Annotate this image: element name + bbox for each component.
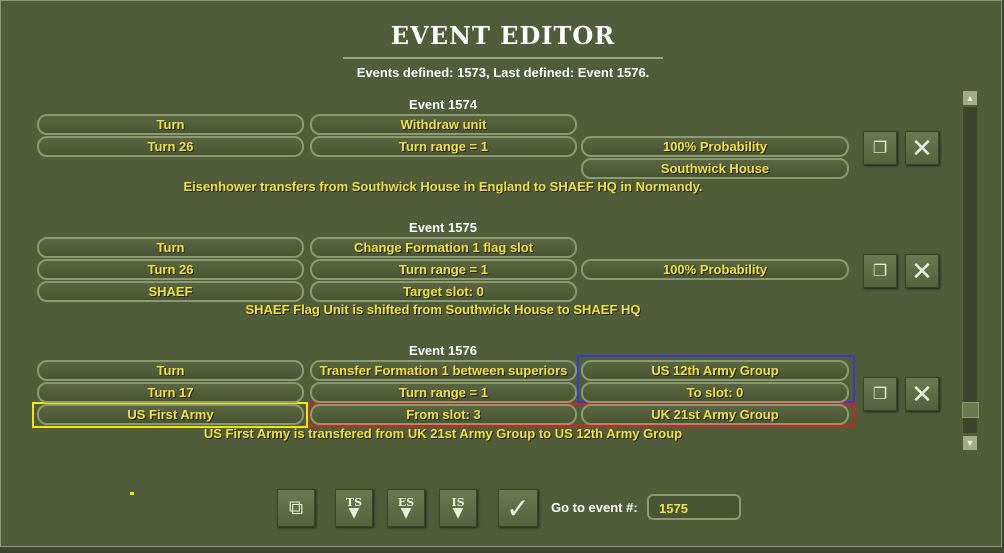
checkmark-icon: ✓ <box>506 492 530 524</box>
turn-range[interactable]: Turn range = 1 <box>310 382 577 403</box>
scroll-up-button[interactable]: ▲ <box>963 91 977 105</box>
action-type[interactable]: Transfer Formation 1 between superiors <box>310 360 577 381</box>
scrollbar-track[interactable] <box>963 107 977 433</box>
formation-select[interactable]: US First Army <box>37 404 304 425</box>
delete-event-button[interactable]: ✕ <box>905 131 939 165</box>
scrollbar-thumb[interactable] <box>962 402 979 418</box>
copy-event-button[interactable]: ❐ <box>863 131 897 165</box>
target-slot[interactable]: Target slot: 0 <box>310 281 577 302</box>
title-divider <box>343 57 663 59</box>
event-description: SHAEF Flag Unit is shifted from Southwic… <box>245 302 641 317</box>
action-type[interactable]: Withdraw unit <box>310 114 577 135</box>
es-sort-button[interactable]: ES ▼ <box>387 489 425 527</box>
trigger-type[interactable]: Turn <box>37 360 304 381</box>
close-icon: ✕ <box>911 132 933 163</box>
copy-event-button[interactable]: ❐ <box>863 377 897 411</box>
arrow-down-icon: ▼ <box>965 438 975 448</box>
close-icon: ✕ <box>911 378 933 409</box>
event-header: Event 1574 <box>409 97 477 112</box>
formation-select[interactable]: SHAEF <box>37 281 304 302</box>
probability[interactable]: 100% Probability <box>581 259 849 280</box>
event-editor-window: EVENT EDITOR Events defined: 1573, Last … <box>0 0 1002 547</box>
new-superior[interactable]: US 12th Army Group <box>581 360 849 381</box>
copy-event-button[interactable]: ❐ <box>863 254 897 288</box>
events-summary: Events defined: 1573, Last defined: Even… <box>356 65 650 80</box>
turn-value[interactable]: Turn 17 <box>37 382 304 403</box>
action-type[interactable]: Change Formation 1 flag slot <box>310 237 577 258</box>
confirm-button[interactable]: ✓ <box>498 489 538 527</box>
is-sort-button[interactable]: IS ▼ <box>439 489 477 527</box>
from-slot[interactable]: From slot: 3 <box>310 404 577 425</box>
trigger-type[interactable]: Turn <box>37 237 304 258</box>
goto-event-input[interactable]: 1575 <box>647 494 741 520</box>
copy-icon: ❐ <box>872 263 888 280</box>
arrow-down-icon: ▼ <box>400 505 412 521</box>
delete-event-button[interactable]: ✕ <box>905 254 939 288</box>
event-description: Eisenhower transfers from Southwick Hous… <box>183 179 703 194</box>
copy-icon: ❐ <box>872 386 888 403</box>
unit-select[interactable]: Southwick House <box>581 158 849 179</box>
scroll-down-button[interactable]: ▼ <box>963 436 977 450</box>
turn-value[interactable]: Turn 26 <box>37 259 304 280</box>
trigger-type[interactable]: Turn <box>37 114 304 135</box>
probability[interactable]: 100% Probability <box>581 136 849 157</box>
turn-range[interactable]: Turn range = 1 <box>310 259 577 280</box>
import-event-button[interactable]: ⧉ <box>277 489 315 527</box>
close-icon: ✕ <box>911 255 933 286</box>
arrow-down-icon: ▼ <box>452 505 464 521</box>
ts-sort-button[interactable]: TS ▼ <box>335 489 373 527</box>
old-superior[interactable]: UK 21st Army Group <box>581 404 849 425</box>
turn-value[interactable]: Turn 26 <box>37 136 304 157</box>
goto-event-label: Go to event #: <box>551 500 638 515</box>
to-slot[interactable]: To slot: 0 <box>581 382 849 403</box>
page-title: EVENT EDITOR <box>390 21 616 50</box>
copy-icon: ❐ <box>872 140 888 157</box>
import-icon: ⧉ <box>288 496 304 519</box>
event-header: Event 1575 <box>409 220 477 235</box>
event-description: US First Army is transfered from UK 21st… <box>203 426 683 441</box>
arrow-up-icon: ▲ <box>965 93 975 103</box>
delete-event-button[interactable]: ✕ <box>905 377 939 411</box>
marker-dot <box>130 492 134 495</box>
turn-range[interactable]: Turn range = 1 <box>310 136 577 157</box>
arrow-down-icon: ▼ <box>348 505 360 521</box>
